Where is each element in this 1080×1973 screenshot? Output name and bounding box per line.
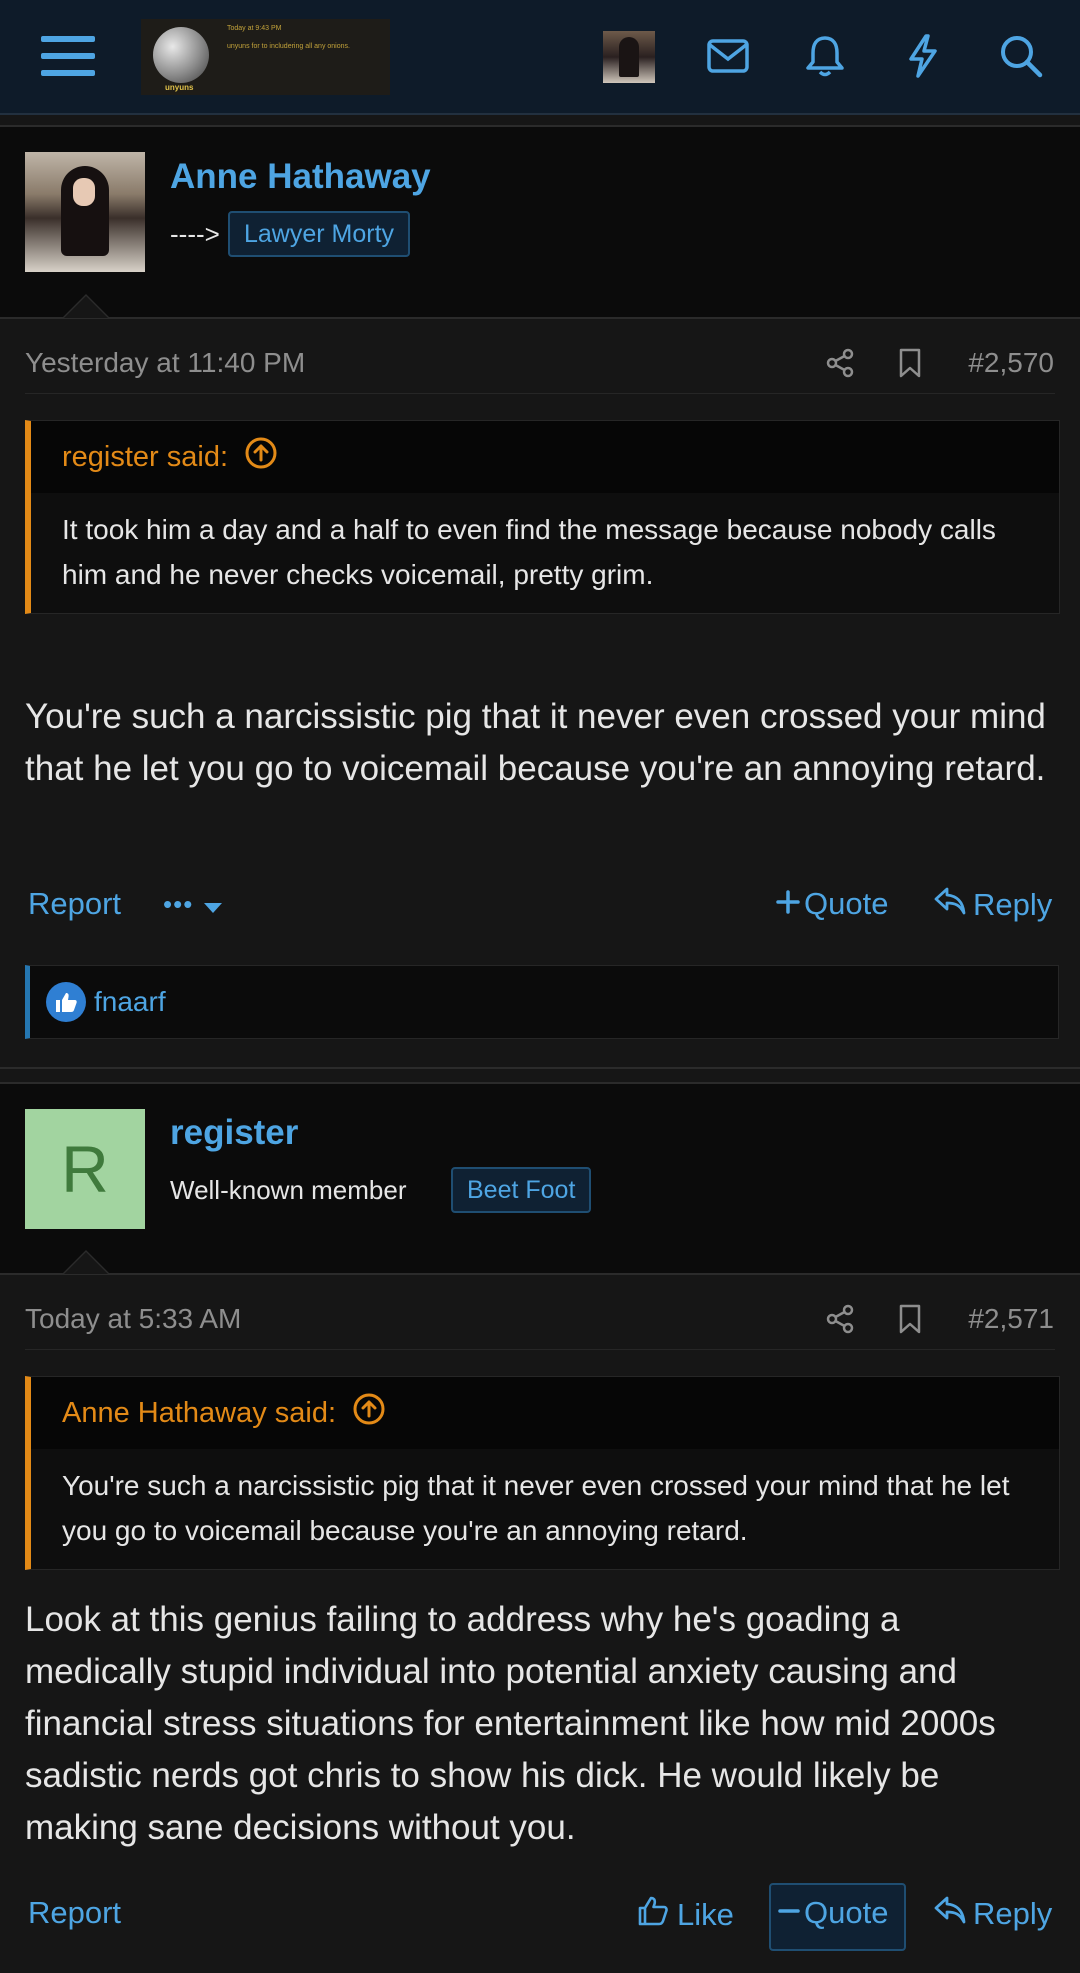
- logo-tagline: unyuns for to includering all any onions…: [227, 43, 350, 50]
- menu-icon[interactable]: [40, 30, 96, 82]
- user-title: ---->: [170, 219, 220, 249]
- quote-block: Anne Hathaway said: You're such a narcis…: [25, 1376, 1060, 1570]
- post-author-name[interactable]: register: [170, 1113, 298, 1153]
- logo-tagline-date: Today at 9:43 PM: [227, 25, 282, 32]
- envelope-icon[interactable]: [704, 32, 752, 80]
- user-block-caret: [62, 1250, 110, 1274]
- post-user-block: [0, 127, 1080, 317]
- quote-author: register said:: [62, 440, 229, 473]
- quote-text: It took him a day and a half to even fin…: [62, 514, 996, 590]
- like-button[interactable]: Like: [637, 1895, 734, 1935]
- like-label: Like: [677, 1897, 734, 1932]
- reactions-bar[interactable]: fnaarf: [25, 965, 1059, 1039]
- logo-sphere: [153, 27, 209, 83]
- more-menu-button[interactable]: •••: [163, 886, 223, 922]
- quote-label: Quote: [804, 886, 889, 921]
- share-icon[interactable]: [823, 1302, 857, 1336]
- user-block-caret: [62, 294, 110, 318]
- post-divider: [0, 1067, 1080, 1069]
- more-dots: •••: [163, 888, 194, 919]
- user-banner: Beet Foot: [451, 1167, 592, 1213]
- post-author-name[interactable]: Anne Hathaway: [170, 157, 431, 197]
- account-avatar[interactable]: [603, 31, 655, 83]
- bell-icon[interactable]: [801, 30, 849, 82]
- post-date[interactable]: Yesterday at 11:40 PM: [25, 347, 305, 379]
- avatar-face: [73, 178, 95, 206]
- arrow-up-circle-icon[interactable]: [352, 1392, 386, 1434]
- post-number[interactable]: #2,570: [968, 347, 1054, 379]
- minus-icon: [778, 1895, 800, 1931]
- chevron-down-icon: [203, 886, 223, 922]
- post-date[interactable]: Today at 5:33 AM: [25, 1303, 241, 1335]
- reply-icon: [933, 1895, 967, 1933]
- quote-header[interactable]: Anne Hathaway said:: [31, 1377, 1059, 1449]
- quote-author: Anne Hathaway said:: [62, 1396, 337, 1429]
- thumbs-up-icon: [637, 1895, 669, 1935]
- bookmark-icon[interactable]: [893, 1302, 927, 1336]
- reply-label: Reply: [973, 887, 1053, 922]
- avatar[interactable]: [25, 152, 145, 272]
- reaction-user[interactable]: fnaarf: [94, 986, 166, 1018]
- bookmark-icon[interactable]: [893, 346, 927, 380]
- reply-button[interactable]: Reply: [933, 886, 1052, 924]
- user-block-border: [0, 1273, 1080, 1275]
- quote-header[interactable]: register said:: [31, 421, 1059, 493]
- post-body: Look at this genius failing to address w…: [25, 1600, 996, 1847]
- post-body: You're such a narcissistic pig that it n…: [25, 697, 1046, 788]
- user-banner: Lawyer Morty: [228, 211, 411, 257]
- avatar[interactable]: R: [25, 1109, 145, 1229]
- quote-button[interactable]: Quote: [776, 886, 888, 922]
- meta-separator: [25, 1349, 1055, 1350]
- quote-button[interactable]: Quote: [778, 1895, 888, 1931]
- quote-text: You're such a narcissistic pig that it n…: [62, 1470, 1010, 1546]
- reply-label: Reply: [973, 1896, 1053, 1931]
- bolt-icon[interactable]: [899, 30, 947, 82]
- plus-icon: [776, 886, 800, 922]
- quote-block: register said: It took him a day and a h…: [25, 420, 1060, 614]
- logo-name: unyuns: [165, 83, 194, 92]
- arrow-up-circle-icon[interactable]: [244, 436, 278, 478]
- quote-label: Quote: [804, 1895, 889, 1930]
- meta-separator: [25, 393, 1055, 394]
- post-number[interactable]: #2,571: [968, 1303, 1054, 1335]
- like-reaction-icon: [46, 982, 86, 1022]
- reply-icon: [933, 886, 967, 924]
- user-title: Well-known member: [170, 1175, 407, 1205]
- report-link[interactable]: Report: [28, 1895, 121, 1931]
- share-icon[interactable]: [823, 346, 857, 380]
- report-link[interactable]: Report: [28, 886, 121, 922]
- reply-button[interactable]: Reply: [933, 1895, 1052, 1933]
- top-navigation-bar: Today at 9:43 PM unyuns for to includeri…: [0, 0, 1080, 115]
- user-block-border: [0, 317, 1080, 319]
- site-logo[interactable]: Today at 9:43 PM unyuns for to includeri…: [141, 19, 390, 95]
- search-icon[interactable]: [996, 30, 1046, 82]
